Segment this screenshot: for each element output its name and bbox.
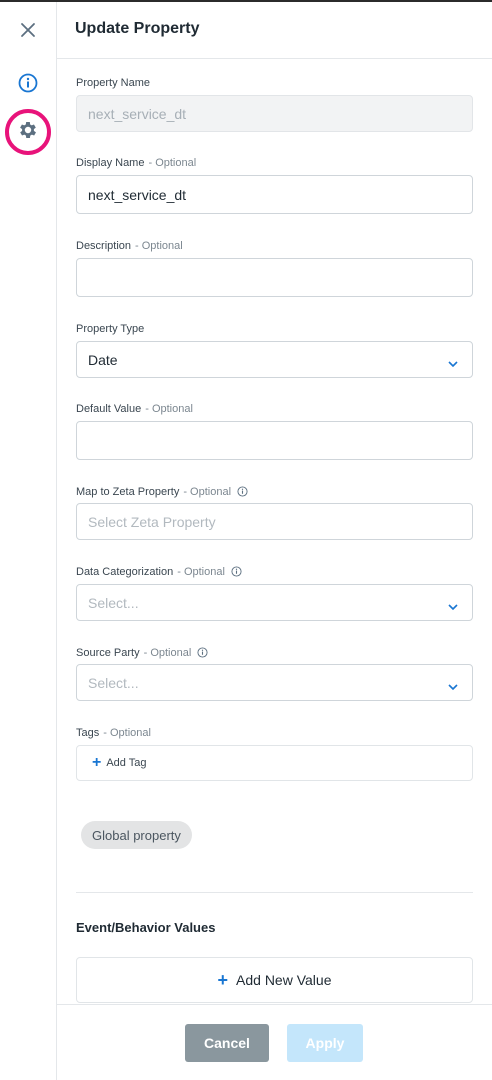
display-name-label: Display Name - Optional — [76, 157, 197, 169]
data-categorization-label: Data Categorization - Optional — [76, 566, 242, 580]
property-name-field: next_service_dt — [76, 95, 473, 132]
info-icon[interactable] — [197, 647, 208, 661]
global-property-chip: Global property — [81, 821, 192, 849]
tags-label: Tags - Optional — [76, 727, 151, 739]
panel-header: Update Property — [57, 2, 492, 59]
property-form: Property Name next_service_dt Display Na… — [57, 59, 492, 1004]
add-tag-label: Add Tag — [106, 757, 147, 769]
description-label: Description - Optional — [76, 240, 183, 252]
panel-footer: Cancel Apply — [57, 1004, 492, 1080]
plus-icon: + — [92, 754, 102, 771]
chevron-down-icon — [448, 355, 458, 371]
plus-icon: + — [217, 970, 229, 990]
source-party-select[interactable]: Select... — [76, 664, 473, 701]
property-name-label: Property Name — [76, 77, 150, 89]
map-to-zeta-field[interactable]: Select Zeta Property — [76, 503, 473, 540]
info-icon[interactable] — [17, 72, 39, 94]
values-section-title: Event/Behavior Values — [76, 920, 216, 935]
cancel-button[interactable]: Cancel — [185, 1024, 269, 1062]
display-name-field[interactable]: next_service_dt — [76, 175, 473, 214]
default-value-label: Default Value - Optional — [76, 403, 193, 415]
apply-button[interactable]: Apply — [287, 1024, 363, 1062]
page-title: Update Property — [75, 20, 200, 37]
map-to-zeta-label: Map to Zeta Property - Optional — [76, 486, 248, 500]
default-value-field[interactable] — [76, 421, 473, 460]
property-type-label: Property Type — [76, 323, 145, 335]
property-type-select[interactable]: Date — [76, 341, 473, 378]
data-categorization-placeholder: Select... — [88, 594, 139, 611]
property-type-value: Date — [88, 351, 118, 368]
close-icon[interactable] — [18, 20, 38, 40]
settings-tab[interactable] — [5, 109, 51, 155]
data-categorization-select[interactable]: Select... — [76, 584, 473, 621]
info-icon[interactable] — [231, 566, 242, 580]
side-rail — [0, 2, 57, 1080]
chevron-down-icon — [448, 598, 458, 614]
section-divider — [76, 892, 473, 893]
gear-icon — [17, 119, 39, 146]
source-party-placeholder: Select... — [88, 674, 139, 691]
source-party-label: Source Party - Optional — [76, 647, 208, 661]
add-new-value-button[interactable]: + Add New Value — [76, 957, 473, 1003]
add-tag-button[interactable]: + Add Tag — [76, 745, 473, 781]
add-new-value-label: Add New Value — [236, 972, 332, 988]
chevron-down-icon — [448, 678, 458, 694]
description-field[interactable] — [76, 258, 473, 297]
info-icon[interactable] — [237, 486, 248, 500]
